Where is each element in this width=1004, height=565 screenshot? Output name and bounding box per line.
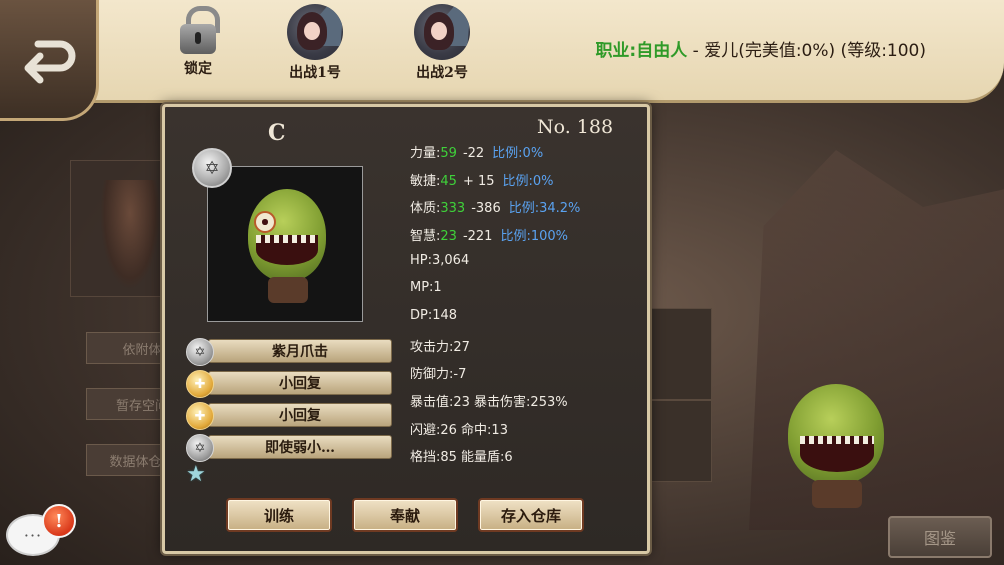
character-portrait-icon [287,4,343,60]
pet-number: No. 188 [537,116,614,138]
skill-name: 即使弱小… [208,435,392,459]
stat-dodge-hit: 闪避:26 命中:13 [410,423,508,438]
tab-battle-1[interactable]: 出战1号 [275,4,355,84]
skill-slot[interactable]: 即使弱小… ✡ [186,434,396,462]
stat-wisdom: 智慧:23 -221 比例:100% [410,229,568,244]
job-label: 职业:自由人 [595,41,688,61]
skill-name: 小回复 [208,371,392,395]
skill-slot[interactable]: 小回复 ✚ [186,370,396,398]
skill-slot[interactable]: 紫月爪击 ✡ [186,338,396,366]
skill-name: 小回复 [208,403,392,427]
stat-constitution: 体质:333 -386 比例:34.2% [410,201,581,216]
stat-agility: 敏捷:45 + 15 比例:0% [410,174,554,189]
skill-silver-icon: ✡ [186,434,214,462]
skill-gold-icon: ✚ [186,370,214,398]
stat-attack: 攻击力:27 [410,340,470,355]
return-arrow-icon [24,40,76,84]
alert-icon[interactable]: ! [42,504,76,538]
stat-block-shield: 格挡:85 能量盾:6 [410,450,513,465]
character-info: 职业:自由人 - 爱儿(完美值:0%) (等级:100) [595,36,926,61]
star-icon: ★ [186,462,206,487]
tab-label: 出战1号 [289,65,341,81]
stat-crit: 暴击值:23 暴击伤害:253% [410,395,568,410]
illustrated-handbook-button[interactable]: 图鉴 [888,516,992,558]
pet-3d-model [782,384,892,514]
stat-dp: DP:148 [410,308,458,323]
skill-gold-icon: ✚ [186,402,214,430]
pet-grade: C [268,120,286,146]
donate-button[interactable]: 奉献 [352,498,458,532]
tab-label: 锁定 [184,61,212,77]
pet-portrait [207,166,363,322]
stat-hp: HP:3,064 [410,253,470,268]
stat-strength: 力量:59 -22 比例:0% [410,146,544,161]
character-name-level: - 爱儿(完美值:0%) (等级:100) [687,41,926,61]
monster-figure [244,189,328,309]
skill-slot[interactable]: 小回复 ✚ [186,402,396,430]
skill-name: 紫月爪击 [208,339,392,363]
background-character [100,180,160,290]
train-button[interactable]: 训练 [226,498,332,532]
lock-icon [178,6,220,56]
element-badge-icon: ✡ [192,148,232,188]
stat-defense: 防御力:-7 [410,367,467,382]
character-portrait-icon [414,4,470,60]
tab-label: 出战2号 [416,65,468,81]
tab-lock[interactable]: 锁定 [158,4,238,84]
tab-battle-2[interactable]: 出战2号 [402,4,482,84]
back-button[interactable] [0,0,99,121]
skill-silver-icon: ✡ [186,338,214,366]
stat-mp: MP:1 [410,280,442,295]
store-to-warehouse-button[interactable]: 存入仓库 [478,498,584,532]
